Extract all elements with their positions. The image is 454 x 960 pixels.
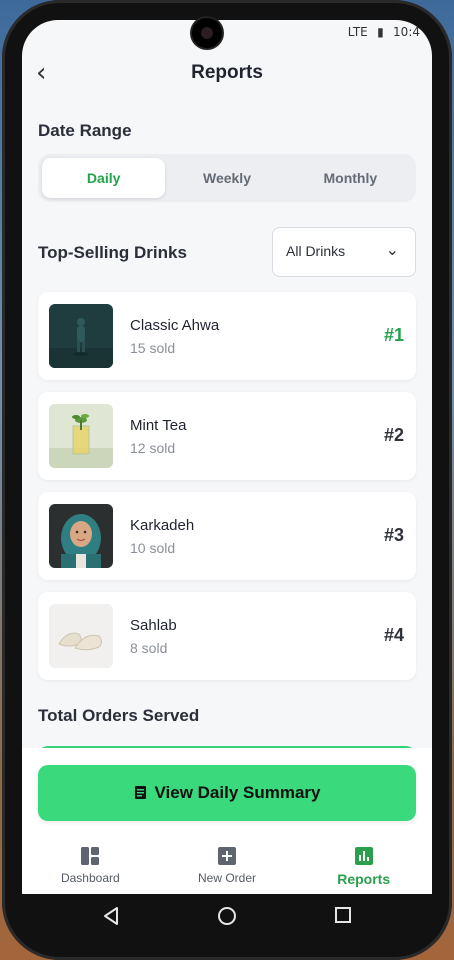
tab-monthly[interactable]: Monthly <box>289 158 412 198</box>
rank-badge: #2 <box>383 425 404 445</box>
nav-label: New Order <box>198 871 257 885</box>
sold-count: 10 sold <box>130 540 176 556</box>
list-item[interactable]: Mint Tea 12 sold #2 <box>38 392 416 480</box>
drink-name: Sahlab <box>130 617 177 634</box>
sold-count: 15 sold <box>130 340 176 356</box>
nav-label: Reports <box>337 871 391 887</box>
sold-count: 8 sold <box>130 640 168 656</box>
chevron-down-icon: ⌄ <box>385 240 399 259</box>
app-bar: ‹ Reports <box>22 56 432 102</box>
figurine-photo <box>49 304 113 368</box>
rank-badge: #3 <box>383 525 404 545</box>
tab-daily[interactable]: Daily <box>42 158 166 198</box>
app-screen: LTE ▮ 10:4 ‹ Reports Date Range Daily We… <box>22 20 432 894</box>
tab-weekly[interactable]: Weekly <box>165 158 288 198</box>
system-nav-bar <box>22 894 432 940</box>
status-bar: LTE ▮ 10:4 <box>22 20 432 46</box>
home-circle-icon[interactable] <box>217 906 237 926</box>
date-range-heading: Date Range <box>38 121 132 140</box>
rank-badge: #4 <box>383 625 404 645</box>
drink-name: Karkadeh <box>130 517 195 534</box>
status-time: 10:4 <box>393 25 420 39</box>
recents-square-icon[interactable] <box>334 906 352 924</box>
bottom-nav: Dashboard New Order Reports <box>22 840 432 894</box>
list-item[interactable]: Sahlab 8 sold #4 <box>38 592 416 680</box>
document-icon <box>134 766 147 822</box>
sold-count: 12 sold <box>130 440 176 456</box>
list-item[interactable]: Karkadeh 10 sold #3 <box>38 492 416 580</box>
back-triangle-icon[interactable] <box>102 906 120 926</box>
nav-new-order[interactable]: New Order <box>159 840 296 894</box>
list-item[interactable]: Classic Ahwa 15 sold #1 <box>38 292 416 380</box>
page-title: Reports <box>191 62 263 83</box>
shoes-photo <box>49 604 113 668</box>
drink-name: Classic Ahwa <box>130 317 220 334</box>
view-daily-summary-button[interactable]: View Daily Summary <box>38 765 416 821</box>
top-selling-heading: Top-Selling Drinks <box>38 243 187 262</box>
drink-filter-dropdown[interactable]: All Drinks ⌄ <box>272 227 416 277</box>
person-portrait-photo <box>49 504 113 568</box>
mint-tea-glass-photo <box>49 404 113 468</box>
rank-badge: #1 <box>383 325 404 345</box>
date-range-selector: Daily Weekly Monthly <box>38 154 416 202</box>
total-orders-heading: Total Orders Served <box>38 706 200 725</box>
nav-label: Dashboard <box>60 871 120 885</box>
dashboard-icon <box>81 847 100 865</box>
filter-value: All Drinks <box>286 243 346 259</box>
phone-frame: LTE ▮ 10:4 ‹ Reports Date Range Daily We… <box>2 0 452 960</box>
plus-square-icon <box>218 847 236 865</box>
battery-icon: ▮ <box>377 25 384 39</box>
front-camera <box>192 18 222 48</box>
nav-reports[interactable]: Reports <box>295 840 432 894</box>
network-indicator: LTE <box>347 25 368 39</box>
drink-name: Mint Tea <box>130 417 187 434</box>
bar-chart-icon <box>354 847 373 865</box>
cta-label: View Daily Summary <box>154 783 321 802</box>
nav-dashboard[interactable]: Dashboard <box>22 840 159 894</box>
